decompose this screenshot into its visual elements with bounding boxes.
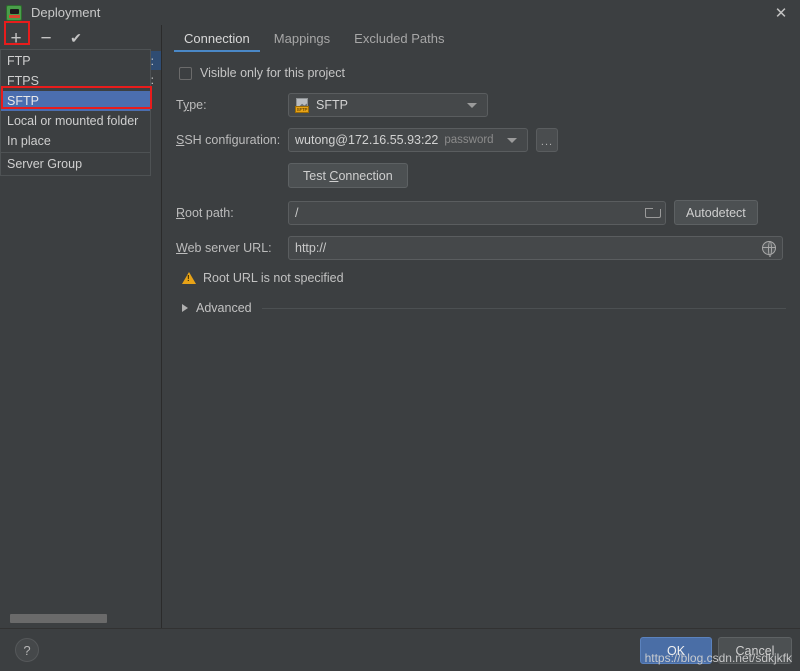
- menu-item-in-place[interactable]: In place: [1, 131, 150, 151]
- add-server-type-menu[interactable]: FTP FTPS SFTP Local or mounted folder In…: [0, 49, 151, 176]
- menu-separator: [1, 152, 150, 153]
- tab-excluded-paths[interactable]: Excluded Paths: [342, 25, 456, 52]
- cancel-button[interactable]: Cancel: [718, 637, 792, 664]
- scrollbar-thumb[interactable]: [10, 614, 107, 623]
- sftp-icon-badge: SFTP: [295, 105, 309, 113]
- deployment-app-icon: [6, 4, 22, 21]
- warning-row: Root URL is not specified: [182, 271, 786, 285]
- root-path-label: Root path:: [176, 205, 234, 220]
- globe-icon[interactable]: [761, 240, 776, 257]
- menu-item-ftps[interactable]: FTPS: [1, 71, 150, 91]
- root-path-value: /: [295, 205, 299, 220]
- root-path-row: Root path: / Autodetect: [176, 200, 786, 225]
- menu-item-ftp[interactable]: FTP: [1, 51, 150, 71]
- warning-message: Root URL is not specified: [203, 271, 344, 285]
- ssh-configuration-row: SSH configuration: wutong@172.16.55.93:2…: [176, 128, 786, 152]
- warning-triangle-icon: [182, 272, 196, 284]
- tab-bar: Connection Mappings Excluded Paths: [162, 25, 800, 54]
- window-title: Deployment: [31, 5, 101, 20]
- tab-connection[interactable]: Connection: [172, 25, 262, 52]
- sftp-icon: SFTP: [295, 97, 310, 113]
- web-server-url-label: Web server URL:: [176, 241, 272, 255]
- type-value: SFTP: [316, 98, 348, 112]
- server-list-toolbar: + − ✔: [0, 25, 161, 51]
- visible-only-label[interactable]: Visible only for this project: [200, 66, 345, 80]
- advanced-section-header[interactable]: Advanced: [182, 301, 786, 315]
- close-icon[interactable]: ✕: [770, 4, 792, 22]
- advanced-label[interactable]: Advanced: [196, 301, 252, 315]
- folder-browse-icon[interactable]: [645, 207, 661, 218]
- ssh-configuration-value: wutong@172.16.55.93:22: [295, 133, 439, 147]
- type-row: Type: SFTP SFTP: [176, 93, 786, 117]
- title-bar: Deployment ✕: [0, 0, 800, 25]
- ok-button[interactable]: OK: [640, 637, 712, 664]
- menu-item-local-or-mounted-folder[interactable]: Local or mounted folder: [1, 111, 150, 131]
- tab-mappings[interactable]: Mappings: [262, 25, 342, 52]
- type-label: Type:: [176, 98, 207, 112]
- menu-item-sftp[interactable]: SFTP: [1, 91, 150, 111]
- visible-only-row: Visible only for this project: [176, 66, 786, 80]
- autodetect-button[interactable]: Autodetect: [674, 200, 758, 225]
- remove-server-icon[interactable]: −: [38, 29, 54, 48]
- ssh-configuration-select[interactable]: wutong@172.16.55.93:22 password: [288, 128, 528, 152]
- web-server-url-input[interactable]: http://: [288, 236, 783, 260]
- horizontal-scrollbar[interactable]: [0, 612, 161, 624]
- add-server-icon[interactable]: +: [8, 29, 24, 48]
- test-connection-button[interactable]: Test Connection: [288, 163, 408, 188]
- chevron-down-icon: [507, 137, 517, 143]
- section-divider: [261, 307, 786, 309]
- dialog-button-bar: ? OK Cancel: [0, 628, 800, 671]
- connection-settings-panel: Connection Mappings Excluded Paths Visib…: [162, 25, 800, 628]
- ssh-configuration-browse-button[interactable]: ...: [536, 128, 558, 152]
- ssh-configuration-label: SSH configuration:: [176, 133, 281, 147]
- web-server-url-value: http://: [295, 241, 327, 255]
- chevron-right-icon[interactable]: [182, 304, 188, 312]
- test-connection-row: Test Connection: [176, 163, 786, 188]
- help-button[interactable]: ?: [15, 638, 39, 662]
- apply-server-icon[interactable]: ✔: [68, 30, 84, 46]
- chevron-down-icon: [467, 102, 477, 108]
- root-path-input[interactable]: /: [288, 200, 666, 225]
- ssh-auth-type: password: [444, 134, 494, 146]
- menu-item-server-group[interactable]: Server Group: [1, 154, 150, 174]
- type-select[interactable]: SFTP SFTP: [288, 93, 488, 117]
- web-server-url-row: Web server URL: http://: [176, 236, 786, 260]
- visible-only-checkbox[interactable]: [179, 66, 192, 80]
- connection-form: Visible only for this project Type: SFTP…: [162, 54, 800, 315]
